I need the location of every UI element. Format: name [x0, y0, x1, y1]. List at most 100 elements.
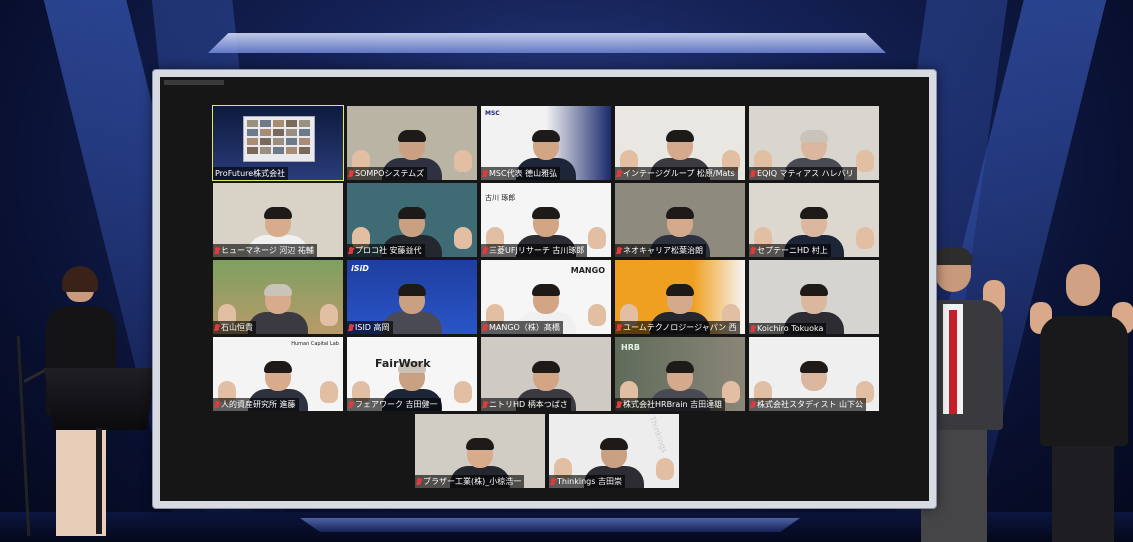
- participant-name-label: ユームテクノロジージャパン 西: [615, 321, 740, 334]
- nested-stage-thumbnail: [243, 116, 315, 162]
- mic-muted-icon: [215, 324, 219, 331]
- participant-tile[interactable]: ユームテクノロジージャパン 西: [615, 260, 745, 334]
- participant-tile[interactable]: EQIQ マティアス ハレバリ: [749, 106, 879, 180]
- mic-muted-icon: [483, 247, 487, 254]
- participant-name-label: インテージグループ 松原/Mats: [615, 167, 738, 180]
- fairwork-logo: FairWork: [375, 357, 431, 370]
- participant-name: 株式会社HRBrain 吉田達雄: [623, 400, 723, 409]
- participant-name-label: プロコ社 安藤益代: [347, 244, 425, 257]
- mic-muted-icon: [483, 170, 487, 177]
- mic-muted-icon: [617, 401, 621, 408]
- msc-logo: MSC: [485, 110, 500, 117]
- participant-name-label: Koichiro Tokuoka: [749, 323, 827, 334]
- participant-tile[interactable]: Thinkings 吉田崇 Thinkings: [549, 414, 679, 488]
- podium-stand: [96, 428, 102, 534]
- participant-tile[interactable]: 三菱UFJリサーチ 古川琢郎 古川 琢郎: [481, 183, 611, 257]
- mic-muted-icon: [215, 401, 219, 408]
- mic-muted-icon: [617, 324, 621, 331]
- event-stage: ProFuture株式会社 SOMPOシステムズ MSC代表 德山雅弘 MSC インテー…: [0, 0, 1133, 542]
- mic-muted-icon: [751, 325, 755, 332]
- isid-logo: iSiD: [351, 264, 369, 273]
- participant-name-label: ニトリHD 柄本つばさ: [481, 398, 571, 411]
- mic-muted-icon: [349, 247, 353, 254]
- participant-name-label: 三菱UFJリサーチ 古川琢郎: [481, 244, 588, 257]
- mic-muted-icon: [617, 170, 621, 177]
- participant-name: ISID 高岡: [355, 323, 390, 332]
- mic-muted-icon: [483, 324, 487, 331]
- participant-tile[interactable]: ヒューマネージ 河辺 祐輔: [213, 183, 343, 257]
- mic-muted-icon: [551, 478, 555, 485]
- participant-name: インテージグループ 松原/Mats: [623, 169, 735, 178]
- participant-name: EQIQ マティアス ハレバリ: [757, 169, 854, 178]
- mango-logo: MANGO: [570, 266, 605, 275]
- participant-tile[interactable]: 石山恒貴: [213, 260, 343, 334]
- participant-tile[interactable]: MANGO（株）髙橋 MANGO: [481, 260, 611, 334]
- mic-muted-icon: [617, 247, 621, 254]
- participant-video: [218, 284, 338, 334]
- human-capital-lab-logo: Human Capital Lab: [291, 341, 339, 347]
- mic-stand: [16, 336, 31, 536]
- participant-name: MANGO（株）髙橋: [489, 323, 560, 332]
- participant-tile[interactable]: ProFuture株式会社: [212, 105, 344, 181]
- participant-name-label: フェアワーク 吉田健一: [347, 398, 441, 411]
- participant-tile[interactable]: 株式会社スタディスト 山下公: [749, 337, 879, 411]
- participant-name-label: 株式会社HRBrain 吉田達雄: [615, 398, 726, 411]
- stage-floor-light: [300, 518, 800, 532]
- participant-name-label: セプテーニHD 村上: [749, 244, 831, 257]
- participant-name-label: MANGO（株）髙橋: [481, 321, 563, 334]
- podium: [44, 368, 156, 430]
- participant-name-label: Thinkings 吉田崇: [549, 475, 625, 488]
- participant-tile[interactable]: インテージグループ 松原/Mats: [615, 106, 745, 180]
- participant-name: Thinkings 吉田崇: [557, 477, 622, 486]
- participant-name-label: 人的資産研究所 進藤: [213, 398, 299, 411]
- participant-tile[interactable]: セプテーニHD 村上: [749, 183, 879, 257]
- participant-name: ニトリHD 柄本つばさ: [489, 400, 568, 409]
- mic-muted-icon: [483, 401, 487, 408]
- participant-name-label: 株式会社スタディスト 山下公: [749, 398, 866, 411]
- participant-tile[interactable]: ブラザー工業(株)_小椋浩一: [415, 414, 545, 488]
- participant-name-label: ブラザー工業(株)_小椋浩一: [415, 475, 525, 488]
- participant-name: 人的資産研究所 進藤: [221, 400, 296, 409]
- participant-tile[interactable]: Koichiro Tokuoka: [749, 260, 879, 334]
- mic-muted-icon: [751, 401, 755, 408]
- participant-name-label: EQIQ マティアス ハレバリ: [749, 167, 857, 180]
- zoom-gallery-view: ProFuture株式会社 SOMPOシステムズ MSC代表 德山雅弘 MSC インテー…: [160, 77, 929, 501]
- participant-name: 三菱UFJリサーチ 古川琢郎: [489, 246, 585, 255]
- participant-name: ヒューマネージ 河辺 祐輔: [221, 246, 314, 255]
- participant-tile[interactable]: 株式会社HRBrain 吉田達雄 HRB: [615, 337, 745, 411]
- participant-name: ProFuture株式会社: [215, 169, 286, 178]
- participant-tile[interactable]: ISID 高岡 iSiD: [347, 260, 477, 334]
- participant-tile[interactable]: 人的資産研究所 進藤 Human Capital Lab: [213, 337, 343, 411]
- participant-tile[interactable]: ネオキャリア松葉治朗: [615, 183, 745, 257]
- participant-tile[interactable]: フェアワーク 吉田健一 FairWork: [347, 337, 477, 411]
- participant-tile[interactable]: SOMPOシステムズ: [347, 106, 477, 180]
- mic-muted-icon: [349, 401, 353, 408]
- participant-name: セプテーニHD 村上: [757, 246, 828, 255]
- mic-muted-icon: [215, 247, 219, 254]
- participant-tile[interactable]: ニトリHD 柄本つばさ: [481, 337, 611, 411]
- participant-name: ブラザー工業(株)_小椋浩一: [423, 477, 522, 486]
- mic-muted-icon: [349, 170, 353, 177]
- name-card-text: 古川 琢郎: [485, 194, 516, 202]
- hrbrain-logo: HRB: [621, 343, 640, 352]
- participant-name-label: ヒューマネージ 河辺 祐輔: [213, 244, 317, 257]
- participant-tile[interactable]: MSC代表 德山雅弘 MSC: [481, 106, 611, 180]
- mic-muted-icon: [349, 324, 353, 331]
- participant-name: プロコ社 安藤益代: [355, 246, 422, 255]
- participant-name: フェアワーク 吉田健一: [355, 400, 438, 409]
- video-wall-frame: ProFuture株式会社 SOMPOシステムズ MSC代表 德山雅弘 MSC インテー…: [153, 70, 936, 508]
- participant-name-label: ProFuture株式会社: [213, 167, 289, 180]
- stage-top-light: [208, 33, 886, 53]
- participant-name: MSC代表 德山雅弘: [489, 169, 558, 178]
- participant-tile[interactable]: プロコ社 安藤益代: [347, 183, 477, 257]
- participant-name-label: MSC代表 德山雅弘: [481, 167, 561, 180]
- participant-name-label: ネオキャリア松葉治朗: [615, 244, 706, 257]
- mic-muted-icon: [751, 170, 755, 177]
- mic-muted-icon: [417, 478, 421, 485]
- participant-name: SOMPOシステムズ: [355, 169, 425, 178]
- participant-name: 石山恒貴: [221, 323, 253, 332]
- participant-name-label: ISID 高岡: [347, 321, 393, 334]
- participant-name: ユームテクノロジージャパン 西: [623, 323, 737, 332]
- participant-name: ネオキャリア松葉治朗: [623, 246, 703, 255]
- screen-tab-indicator: [164, 80, 224, 85]
